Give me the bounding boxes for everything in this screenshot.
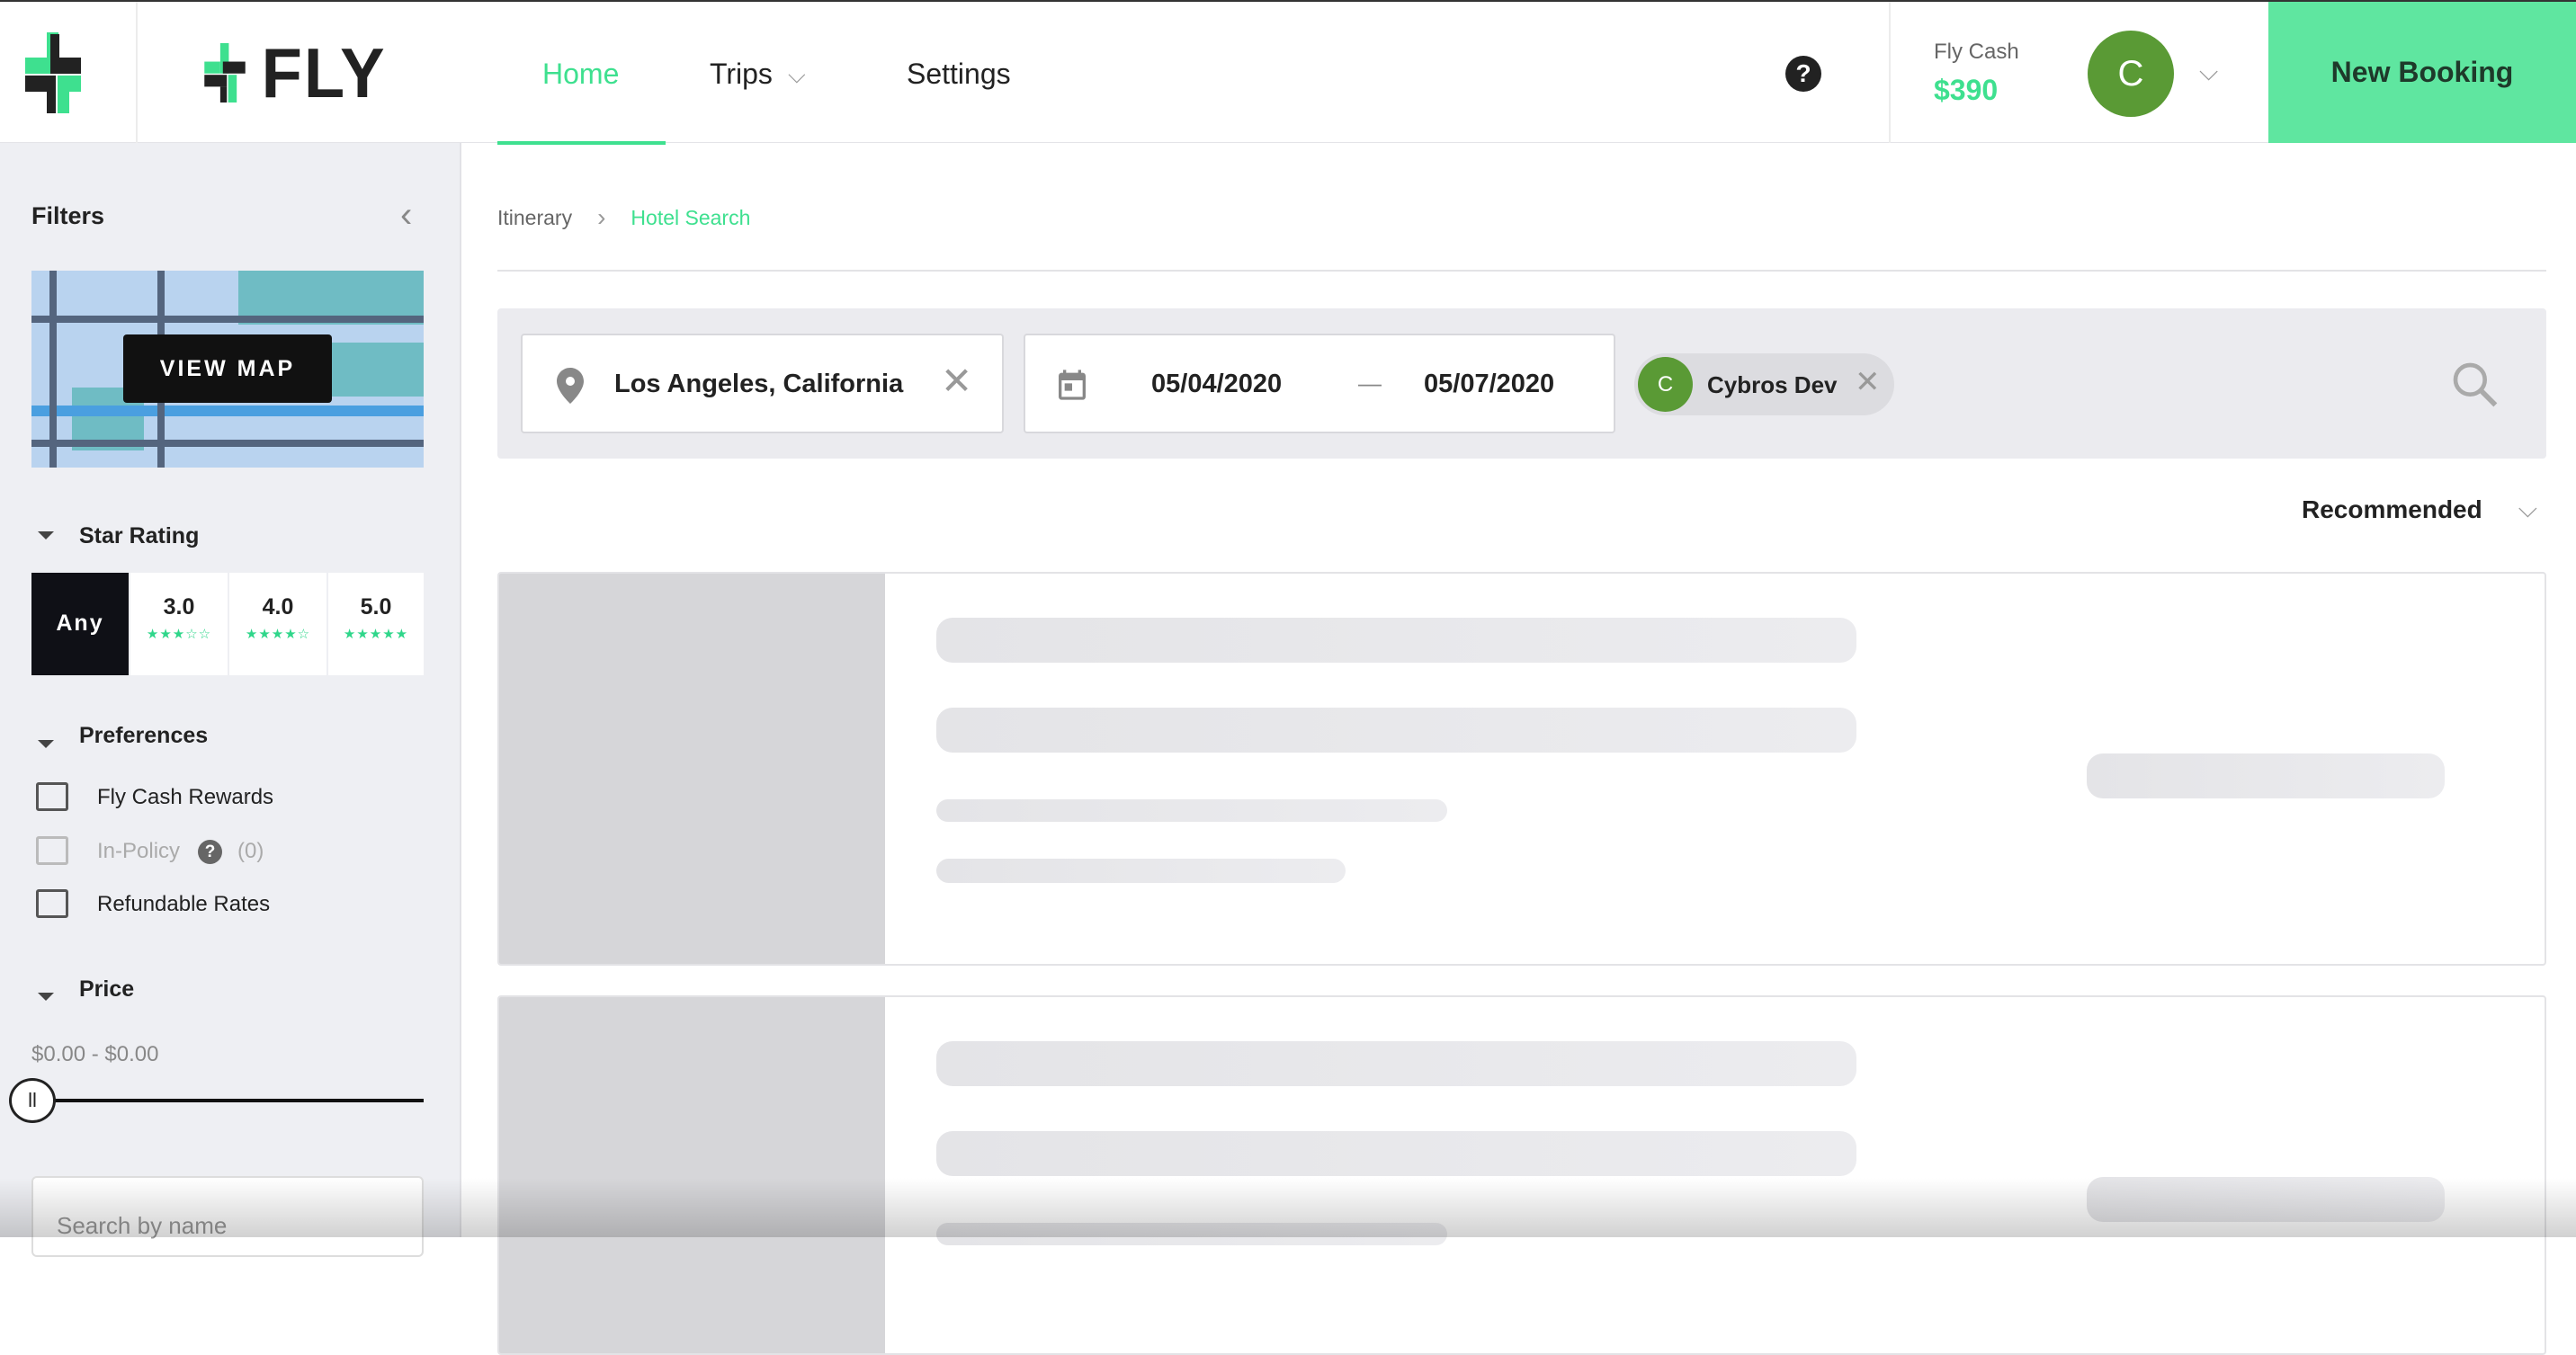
stars-icon: ★★★★☆	[245, 627, 311, 642]
check-in-date[interactable]: 05/04/2020	[1151, 370, 1282, 399]
bottom-fade	[0, 1178, 2576, 1237]
calendar-icon	[1059, 370, 1086, 400]
fly-cash-rewards-checkbox[interactable]	[36, 782, 68, 811]
price-slider-handle[interactable]: ll	[9, 1078, 56, 1123]
refundable-rates-label: Refundable Rates	[97, 892, 271, 916]
sort-dropdown[interactable]: Recommended ⌵	[2302, 495, 2537, 524]
rating-3[interactable]: 3.0 ★★★☆☆	[130, 573, 228, 675]
skeleton-line	[936, 1131, 1856, 1176]
check-out-date[interactable]: 05/07/2020	[1424, 370, 1554, 399]
collapse-sidebar-chevron-icon[interactable]: ‹	[400, 195, 412, 236]
skeleton-line	[936, 1041, 1856, 1086]
rating-4[interactable]: 4.0 ★★★★☆	[229, 573, 326, 675]
in-policy-count: (0)	[237, 839, 264, 863]
refundable-rates-checkbox[interactable]	[36, 889, 68, 918]
rating-any[interactable]: Any	[31, 573, 129, 675]
brand-mark-icon	[204, 43, 246, 103]
star-rating-title: Star Rating	[79, 523, 200, 548]
rating-label: 5.0	[360, 594, 392, 620]
nav-settings[interactable]: Settings	[907, 58, 1011, 91]
preferences-title: Preferences	[79, 723, 209, 748]
account-chevron-down-icon[interactable]: ⌵	[2199, 58, 2218, 87]
breadcrumb-chevron-icon: ›	[597, 203, 606, 231]
clear-location-icon[interactable]: ✕	[941, 359, 972, 403]
brand-name: FLY	[261, 32, 387, 112]
traveler-name: Cybros Dev	[1707, 371, 1838, 398]
hotel-result-skeleton	[497, 995, 2546, 1355]
app-logo-icon	[25, 32, 81, 113]
brand-logo[interactable]: FLY	[195, 33, 389, 112]
view-map-button[interactable]: VIEW MAP	[123, 334, 332, 403]
nav-trips[interactable]: Trips	[710, 58, 773, 91]
in-policy-checkbox[interactable]	[36, 836, 68, 865]
map-preview[interactable]: VIEW MAP	[31, 271, 424, 468]
new-booking-button[interactable]: New Booking	[2268, 2, 2576, 143]
date-separator: —	[1358, 370, 1382, 397]
breadcrumb: Itinerary › Hotel Search	[497, 203, 750, 232]
star-rating-collapse-icon[interactable]	[38, 531, 54, 539]
rating-label: 3.0	[163, 594, 195, 620]
rating-5[interactable]: 5.0 ★★★★★	[328, 573, 424, 675]
help-icon[interactable]: ?	[1785, 56, 1821, 92]
skeleton-line	[936, 859, 1346, 883]
location-pin-icon	[557, 368, 584, 404]
traveler-avatar: C	[1638, 357, 1693, 412]
divider	[1889, 2, 1891, 143]
fly-cash-rewards-label: Fly Cash Rewards	[97, 785, 274, 809]
skeleton-line	[936, 618, 1856, 663]
divider	[497, 270, 2546, 272]
price-collapse-icon[interactable]	[38, 993, 54, 1001]
chevron-down-icon: ⌵	[788, 61, 806, 88]
hotel-image-placeholder	[499, 997, 885, 1353]
user-avatar[interactable]: C	[2088, 31, 2174, 117]
search-panel: Los Angeles, California ✕ 05/04/2020 — 0…	[497, 308, 2546, 459]
help-icon[interactable]: ?	[198, 840, 222, 864]
filters-title: Filters	[31, 202, 105, 229]
price-range: $0.00 - $0.00	[31, 1042, 159, 1066]
search-icon[interactable]	[2449, 359, 2500, 409]
sort-value: Recommended	[2302, 495, 2482, 523]
hotel-image-placeholder	[499, 574, 885, 964]
filters-sidebar: Filters ‹ VIEW MAP Star Rating Any 3.0 ★…	[0, 143, 461, 1257]
skeleton-price	[2087, 753, 2445, 798]
nav-home[interactable]: Home	[542, 58, 619, 91]
preferences-collapse-icon[interactable]	[38, 740, 54, 748]
stars-icon: ★★★★★	[343, 627, 409, 642]
location-value: Los Angeles, California	[614, 370, 904, 398]
stars-icon: ★★★☆☆	[146, 627, 212, 642]
rating-label: Any	[56, 611, 104, 636]
traveler-chip[interactable]: C Cybros Dev ✕	[1634, 353, 1894, 415]
nav-active-underline	[497, 141, 666, 145]
fly-cash-value: $390	[1934, 74, 1999, 106]
rating-label: 4.0	[262, 594, 294, 620]
app-logo-box[interactable]	[0, 2, 138, 143]
location-field[interactable]: Los Angeles, California ✕	[521, 334, 1004, 433]
price-slider-track[interactable]	[36, 1099, 424, 1102]
price-title: Price	[79, 976, 135, 1002]
fly-cash-label: Fly Cash	[1934, 40, 2019, 64]
chevron-down-icon: ⌵	[2518, 495, 2537, 522]
skeleton-line	[936, 708, 1856, 753]
in-policy-label: In-Policy	[97, 839, 181, 863]
date-range-field[interactable]: 05/04/2020 — 05/07/2020	[1024, 334, 1615, 433]
remove-traveler-icon[interactable]: ✕	[1855, 364, 1881, 400]
top-header: FLY Home Trips ⌵ Settings ? Fly Cash $39…	[0, 0, 2576, 145]
skeleton-line	[936, 799, 1447, 822]
breadcrumb-itinerary[interactable]: Itinerary	[497, 206, 572, 230]
breadcrumb-hotel-search: Hotel Search	[631, 205, 751, 229]
hotel-result-skeleton	[497, 572, 2546, 966]
